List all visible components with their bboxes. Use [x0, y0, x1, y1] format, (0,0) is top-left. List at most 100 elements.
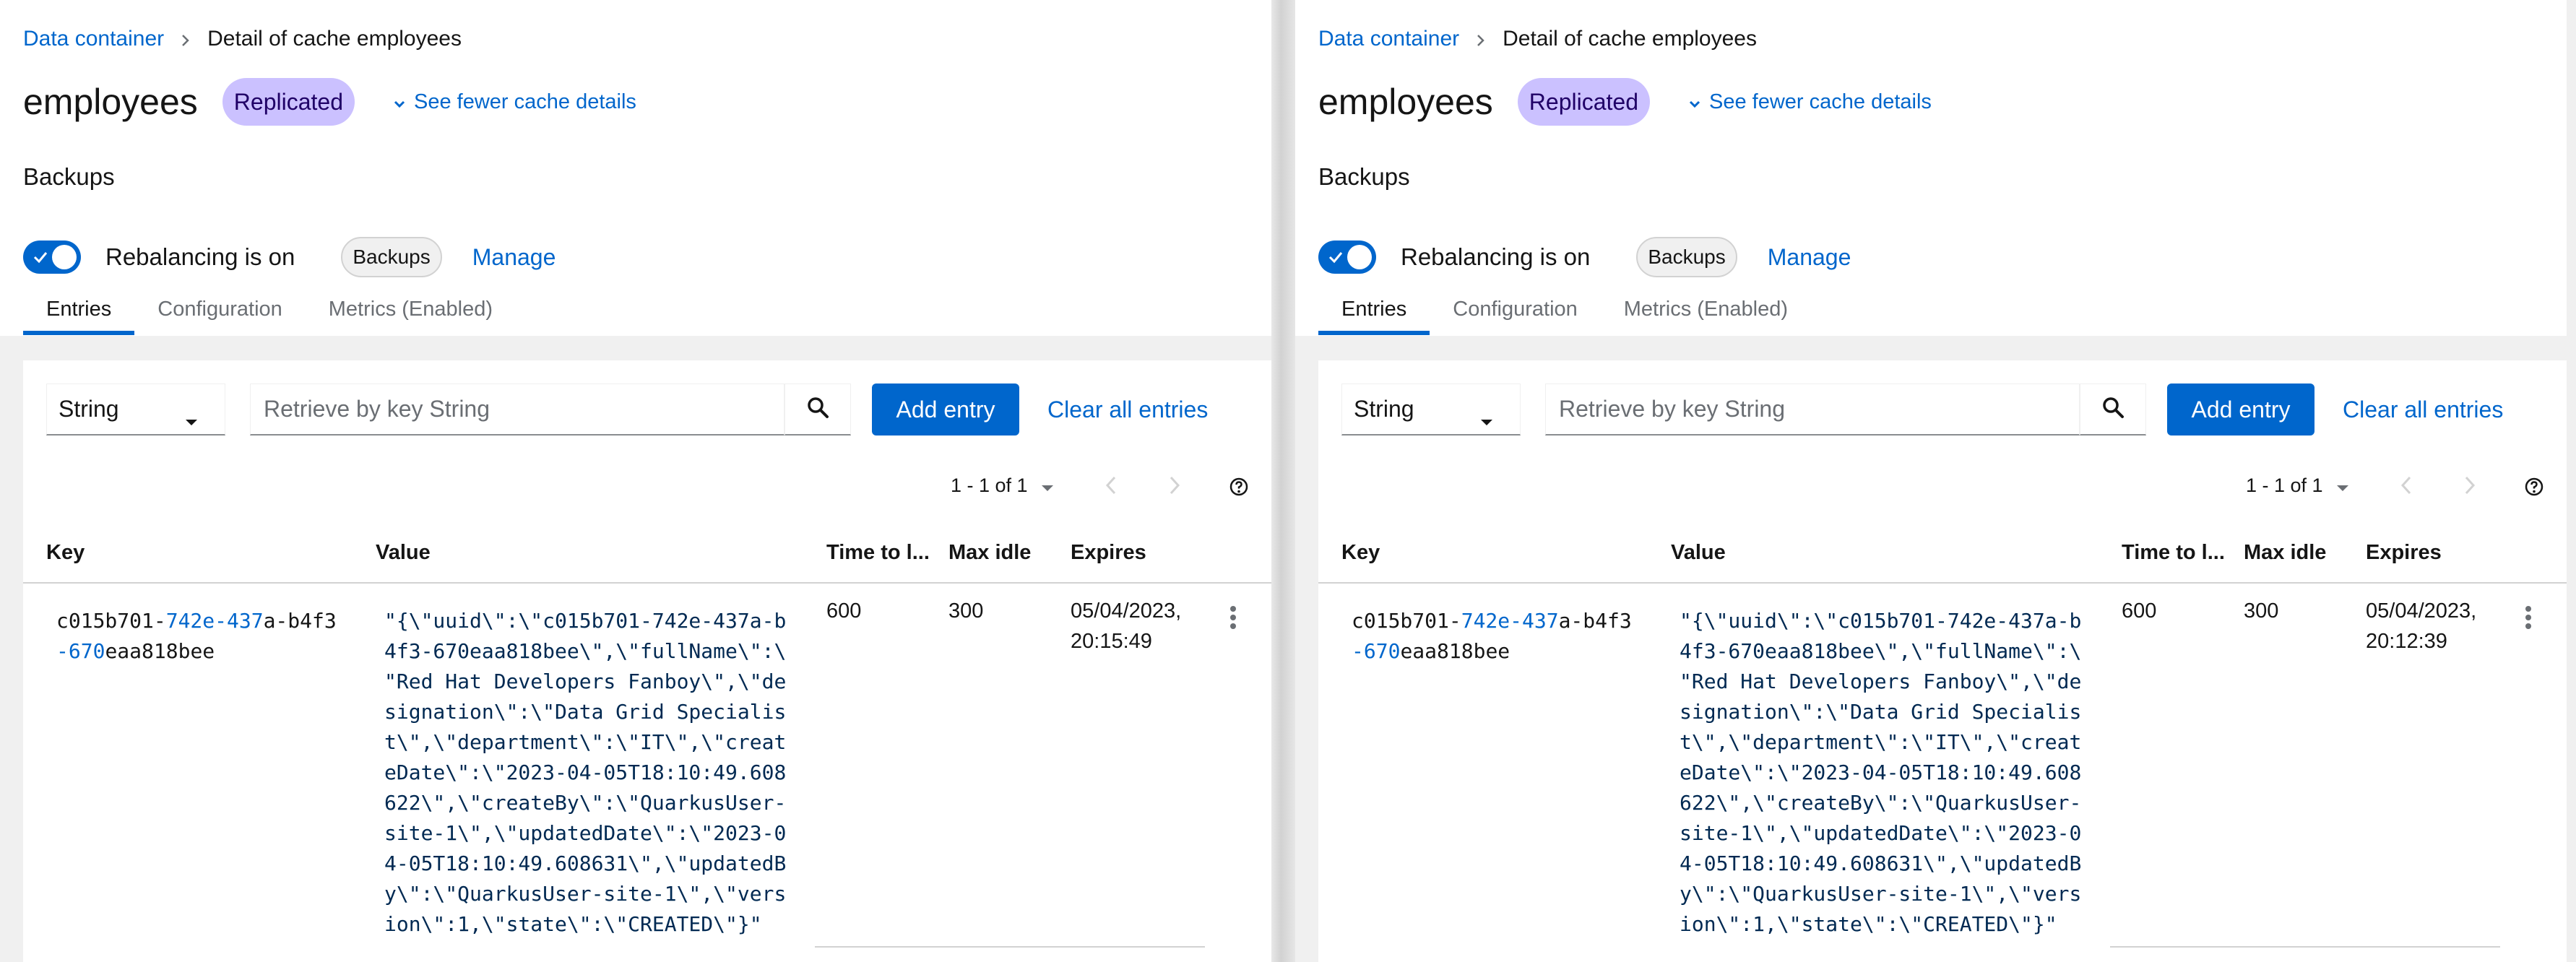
header-divider: [23, 582, 1271, 584]
chevron-down-icon: [394, 90, 405, 114]
expires-date: 05/04/2023,: [1071, 599, 1182, 623]
value-line: t\",\"department\":\"IT\",\"creat: [1680, 730, 2082, 754]
pagination-toggle[interactable]: 1 - 1 of 1: [2246, 474, 2349, 497]
column-header-key[interactable]: Key: [1341, 541, 1380, 565]
column-header-expires[interactable]: Expires: [2366, 541, 2442, 565]
help-icon[interactable]: [1229, 477, 1248, 500]
rebalancing-label: Rebalancing is on: [105, 243, 295, 270]
search-key-input[interactable]: Retrieve by key String: [1545, 384, 2080, 436]
expires-time: 20:12:39: [2366, 630, 2447, 653]
search-button[interactable]: [785, 384, 851, 436]
entry-key[interactable]: c015b701-742e-437a-b4f3 -670eaa818bee: [1352, 606, 1632, 667]
caret-down-icon: [184, 406, 199, 433]
rebalancing-toggle[interactable]: [1318, 240, 1376, 274]
breadcrumb-data-container-link[interactable]: Data container: [1318, 25, 1459, 53]
key-part-highlight: 742e-437: [1461, 609, 1559, 633]
toggle-cache-details-button[interactable]: See fewer cache details: [394, 90, 636, 114]
key-type-select[interactable]: String: [1341, 384, 1521, 436]
cache-mode-badge: Replicated: [1517, 78, 1650, 126]
pagination-toggle[interactable]: 1 - 1 of 1: [951, 474, 1054, 497]
clear-all-entries-button[interactable]: Clear all entries: [1042, 384, 1214, 436]
next-page-icon[interactable]: [2464, 476, 2476, 498]
value-line: 622\",\"createBy\":\"QuarkusUser-: [1680, 791, 2082, 815]
value-line: eDate\":\"2023-04-05T18:10:49.608: [384, 760, 787, 784]
column-header-ttl[interactable]: Time to l...: [2122, 541, 2225, 565]
entries-card: String Retrieve by key String Add entry …: [1318, 360, 2567, 962]
cache-mode-badge: Replicated: [222, 78, 355, 126]
key-part: eaa818bee: [105, 639, 215, 663]
breadcrumb: Data container Detail of cache employees: [1318, 25, 1757, 53]
entry-expires: 05/04/2023, 20:12:39: [2366, 596, 2476, 656]
column-header-value[interactable]: Value: [376, 541, 431, 565]
entry-key[interactable]: c015b701-742e-437a-b4f3 -670eaa818bee: [56, 606, 337, 667]
row-divider: [815, 946, 1205, 948]
entries-card: String Retrieve by key String Add entry …: [23, 360, 1271, 962]
add-entry-button[interactable]: Add entry: [2167, 384, 2314, 436]
toggle-knob: [1347, 245, 1372, 269]
value-line: ion\":1,\"state\":\"CREATED\"}": [384, 912, 762, 936]
row-actions-kebab-icon[interactable]: [2525, 604, 2532, 634]
column-header-max-idle[interactable]: Max idle: [2244, 541, 2326, 565]
caret-down-icon: [2336, 474, 2349, 497]
value-line: y\":\"QuarkusUser-site-1\",\"vers: [1680, 882, 2082, 906]
column-header-key[interactable]: Key: [46, 541, 85, 565]
toggle-cache-details-label: See fewer cache details: [1709, 90, 1932, 113]
tab-configuration[interactable]: Configuration: [1430, 290, 1601, 335]
tab-metrics[interactable]: Metrics (Enabled): [306, 290, 516, 335]
manage-backups-link[interactable]: Manage: [1768, 244, 1851, 271]
search-button[interactable]: [2080, 384, 2146, 436]
pagination-range: 1 - 1 of 1: [951, 474, 1028, 496]
entry-ttl: 600: [2122, 599, 2157, 623]
entry-value: "{\"uuid\":\"c015b701-742e-437a-b 4f3-670…: [1680, 606, 2081, 940]
check-icon: [1328, 250, 1343, 268]
page-title: employees: [1318, 82, 1493, 122]
add-entry-button[interactable]: Add entry: [872, 384, 1019, 436]
value-line: "Red Hat Developers Fanboy\",\"de: [384, 670, 787, 693]
value-line: 4-05T18:10:49.608631\",\"updatedB: [384, 852, 787, 875]
breadcrumb-current: Detail of cache employees: [1503, 27, 1757, 51]
column-header-ttl[interactable]: Time to l...: [826, 541, 930, 565]
key-part: eaa818bee: [1400, 639, 1510, 663]
value-line: 4f3-670eaa818bee\",\"fullName\":\: [1680, 639, 2082, 663]
tab-metrics[interactable]: Metrics (Enabled): [1601, 290, 1811, 335]
previous-page-icon[interactable]: [2400, 476, 2412, 498]
expires-time: 20:15:49: [1071, 630, 1152, 653]
value-line: "{\"uuid\":\"c015b701-742e-437a-b: [1680, 609, 2082, 633]
rebalancing-toggle[interactable]: [23, 240, 81, 274]
search-key-input[interactable]: Retrieve by key String: [250, 384, 785, 436]
row-divider: [2110, 946, 2500, 948]
cache-tabs: Entries Configuration Metrics (Enabled): [1318, 290, 2567, 335]
clear-all-entries-button[interactable]: Clear all entries: [2337, 384, 2509, 436]
value-line: t\",\"department\":\"IT\",\"creat: [384, 730, 787, 754]
toggle-knob: [52, 245, 77, 269]
entry-value: "{\"uuid\":\"c015b701-742e-437a-b 4f3-670…: [384, 606, 786, 940]
value-line: 622\",\"createBy\":\"QuarkusUser-: [384, 791, 787, 815]
tab-entries[interactable]: Entries: [1318, 290, 1430, 335]
key-part: c015b701-: [56, 609, 166, 633]
next-page-icon[interactable]: [1169, 476, 1180, 498]
previous-page-icon[interactable]: [1105, 476, 1117, 498]
column-header-value[interactable]: Value: [1671, 541, 1726, 565]
title-row: employees Replicated See fewer cache det…: [23, 78, 636, 126]
column-header-expires[interactable]: Expires: [1071, 541, 1146, 565]
cache-detail-panel-left: Data container Detail of cache employees…: [0, 0, 1271, 962]
manage-backups-link[interactable]: Manage: [472, 244, 556, 271]
caret-down-icon: [1041, 474, 1054, 497]
backups-chip: Backups: [341, 237, 442, 277]
chevron-down-icon: [1689, 90, 1700, 114]
help-icon[interactable]: [2525, 477, 2543, 500]
search-icon: [2101, 396, 2125, 422]
column-header-max-idle[interactable]: Max idle: [948, 541, 1031, 565]
tab-configuration[interactable]: Configuration: [134, 290, 306, 335]
row-actions-kebab-icon[interactable]: [1229, 604, 1237, 634]
value-line: site-1\",\"updatedDate\":\"2023-0: [1680, 821, 2082, 845]
title-row: employees Replicated See fewer cache det…: [1318, 78, 1932, 126]
toggle-cache-details-button[interactable]: See fewer cache details: [1689, 90, 1932, 114]
search-icon: [806, 396, 829, 422]
key-type-select[interactable]: String: [46, 384, 225, 436]
breadcrumb-data-container-link[interactable]: Data container: [23, 25, 164, 53]
tab-entries[interactable]: Entries: [23, 290, 135, 335]
value-line: "Red Hat Developers Fanboy\",\"de: [1680, 670, 2082, 693]
page-title: employees: [23, 82, 198, 122]
breadcrumb-current: Detail of cache employees: [207, 27, 462, 51]
